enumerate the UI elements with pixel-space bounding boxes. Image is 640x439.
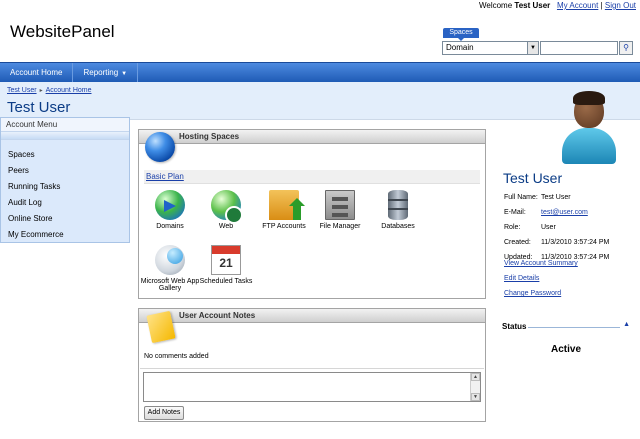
notes-scrollbar[interactable]: ▲ ▼ [470,373,480,401]
page-header-band [0,82,640,120]
tile-domains-label: Domains [156,223,184,230]
ftp-folder-icon [269,190,305,220]
breadcrumb-separator-icon: ▸ [39,88,43,94]
domains-icon [155,190,185,220]
tile-ftp-label: FTP Accounts [262,223,306,230]
web-app-gallery-icon [155,245,185,275]
search-scope-tab[interactable]: Spaces [443,28,479,41]
profile-row-role: Role: User [504,220,609,235]
main-navigation: Account Home Reporting ▼ [0,62,640,82]
search-icon[interactable]: ⚲ [619,41,633,55]
menu-item-spaces[interactable]: Spaces [1,147,129,163]
plan-row: Basic Plan [144,170,480,184]
tile-databases-label: Databases [381,223,415,230]
view-account-summary-link[interactable]: View Account Summary [504,260,578,267]
nav-reporting[interactable]: Reporting ▼ [73,63,139,82]
field-value: User [541,224,556,231]
search-input[interactable] [540,41,618,55]
nav-account-home[interactable]: Account Home [0,63,74,82]
notes-divider [140,368,484,369]
field-value: 11/3/2010 3:57:24 PM [541,239,610,246]
profile-name: Test User [503,170,563,186]
notes-textarea[interactable]: ▲ ▼ [143,372,481,402]
field-label: Full Name: [504,194,538,201]
avatar-hair [573,91,605,105]
hosting-spaces-panel: Hosting Spaces Basic Plan Domains Web FT… [138,129,486,299]
avatar [560,88,618,166]
sign-out-link[interactable]: Sign Out [605,1,636,10]
breadcrumb-user[interactable]: Test User [7,87,37,94]
tile-scheduled-label: Scheduled Tasks [199,278,253,285]
edit-details-link[interactable]: Edit Details [504,275,539,282]
dropdown-caret-icon: ▼ [121,71,128,77]
file-cabinet-icon [325,190,355,220]
scroll-down-icon[interactable]: ▼ [471,393,480,401]
breadcrumb: Test User ▸ Account Home [7,87,92,94]
menu-item-online-store[interactable]: Online Store [1,211,129,227]
field-label: Role: [504,224,521,231]
web-globe-icon [211,190,243,224]
notes-title: User Account Notes [139,309,485,323]
tile-scheduled-tasks[interactable]: Scheduled Tasks [196,245,256,285]
menu-item-audit-log[interactable]: Audit Log [1,195,129,211]
profile-row-full-name: Full Name: Test User [504,190,609,205]
tile-web-app-gallery[interactable]: Microsoft Web App Gallery [140,245,200,292]
status-header: Status ▲ [502,321,630,332]
brand-logo[interactable]: WebsitePanel [10,22,115,42]
field-label: Created: [504,239,531,246]
account-menu-bar [1,132,129,140]
email-link[interactable]: test@user.com [541,209,588,216]
account-menu-title: Account Menu [1,118,129,132]
tile-web-label: Web [218,223,234,230]
my-account-link[interactable]: My Account [557,1,598,10]
status-title: Status [502,322,527,331]
tile-file-manager-label: File Manager [319,223,361,230]
status-badge: Active [550,344,581,355]
menu-item-my-ecommerce[interactable]: My Ecommerce [1,227,129,243]
scroll-up-icon[interactable]: ▲ [471,373,480,381]
database-icon [388,190,408,220]
welcome-text: Welcome [478,1,513,10]
nav-reporting-label: Reporting [83,68,119,77]
topbar-separator: | [600,1,603,10]
search-type-select[interactable]: Domain ▼ [442,41,539,55]
tile-file-manager[interactable]: File Manager [310,190,370,230]
no-comments-text: No comments added [144,353,209,360]
profile-row-email: E-Mail: test@user.com [504,205,609,220]
tile-ftp-accounts[interactable]: FTP Accounts [254,190,314,230]
page-title: Test User [7,99,71,116]
chevron-down-icon[interactable]: ▼ [527,42,538,54]
tile-domains[interactable]: Domains [140,190,200,230]
top-account-bar: Welcome Test User My Account | Sign Out [479,0,636,12]
calendar-icon [211,245,241,275]
welcome-user-name: Test User [514,1,551,10]
tile-web[interactable]: Web [196,190,256,230]
field-label: E-Mail: [504,209,526,216]
user-account-notes-panel: User Account Notes No comments added ▲ ▼… [138,308,486,422]
globe-icon [145,132,175,162]
menu-item-peers[interactable]: Peers [1,163,129,179]
plan-link[interactable]: Basic Plan [146,172,184,181]
account-menu: Account Menu Spaces Peers Running Tasks … [0,117,130,243]
nav-account-home-label: Account Home [10,68,63,77]
status-divider [528,327,620,328]
field-value: Test User [541,194,571,201]
avatar-body [562,128,616,164]
breadcrumb-account-home[interactable]: Account Home [46,87,92,94]
profile-row-created: Created: 11/3/2010 3:57:24 PM [504,235,609,250]
change-password-link[interactable]: Change Password [504,290,561,297]
menu-item-running-tasks[interactable]: Running Tasks [1,179,129,195]
tile-gallery-label: Microsoft Web App Gallery [140,278,200,292]
hosting-spaces-title: Hosting Spaces [139,130,485,144]
add-notes-button[interactable]: Add Notes [144,406,184,420]
profile-details: Full Name: Test User E-Mail: test@user.com… [504,190,609,265]
collapse-icon[interactable]: ▲ [623,321,630,328]
tile-databases[interactable]: Databases [368,190,428,230]
search-type-value: Domain [446,43,474,52]
